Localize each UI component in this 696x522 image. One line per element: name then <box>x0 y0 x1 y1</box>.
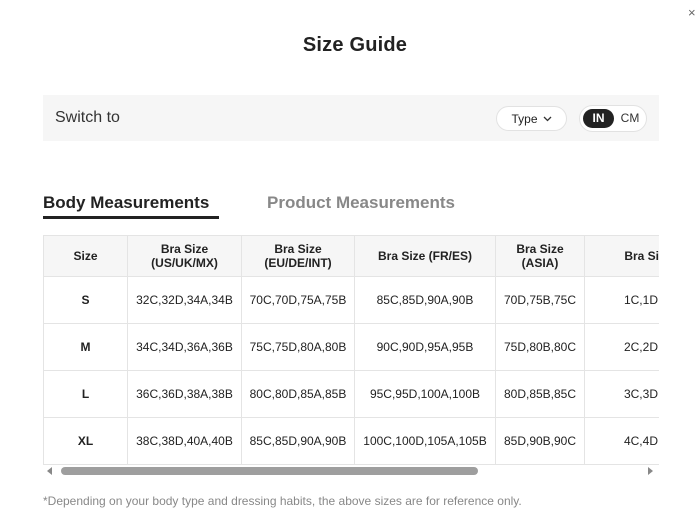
column-header-text: Bra Size <box>516 242 564 256</box>
column-header-text: Bra Size <box>274 242 322 256</box>
size-cell: XL <box>43 417 128 465</box>
dialog-title: Size Guide <box>302 34 408 56</box>
table-cell: 3C,3D,4A,4B <box>584 370 659 418</box>
table-cell: 85C,85D,90A,90B <box>354 276 496 324</box>
table-cell: 85C,85D,90A,90B <box>241 417 355 465</box>
table-cell: 75C,75D,80A,80B <box>241 323 355 371</box>
column-header-text: Bra Size (IT) <box>624 249 659 263</box>
type-dropdown-label: Type <box>511 111 538 126</box>
reference-footnote: *Depending on your body type and dressin… <box>43 494 522 508</box>
table-cell: 34C,34D,36A,36B <box>127 323 242 371</box>
column-header: Bra Size (EU/DE/INT) <box>241 235 355 277</box>
table-cell: 38C,38D,40A,40B <box>127 417 242 465</box>
table-cell: 4C,4D,5A,5B <box>584 417 659 465</box>
column-header-text: Bra Size (FR/ES) <box>377 249 473 263</box>
type-dropdown[interactable]: Type <box>496 106 567 131</box>
scroll-right-arrow-icon[interactable] <box>648 467 653 475</box>
column-header: Bra Size (US/UK/MX) <box>127 235 242 277</box>
column-header: Size <box>43 235 128 277</box>
tab-body-measurements[interactable]: Body Measurements <box>43 193 209 213</box>
size-table: Size Bra Size (US/UK/MX) Bra Size (EU/DE/INT… <box>43 235 659 465</box>
close-icon[interactable]: × <box>688 6 696 20</box>
size-table-container[interactable]: Size Bra Size (US/UK/MX) Bra Size (EU/DE/INT… <box>43 235 659 465</box>
table-cell: 2C,2D,3A,3B <box>584 323 659 371</box>
table-cell: 95C,95D,100A,100B <box>354 370 496 418</box>
table-cell: 85D,90B,90C <box>495 417 585 465</box>
table-cell: 32C,32D,34A,34B <box>127 276 242 324</box>
size-cell: M <box>43 323 128 371</box>
tab-product-measurements[interactable]: Product Measurements <box>267 193 455 213</box>
unit-cm-option[interactable]: CM <box>618 109 642 128</box>
table-row: M 34C,34D,36A,36B 75C,75D,80A,80B 90C,90D,9… <box>43 323 659 371</box>
column-header-text: Bra Size <box>160 242 209 256</box>
table-cell: 36C,36D,38A,38B <box>127 370 242 418</box>
table-cell: 90C,90D,95A,95B <box>354 323 496 371</box>
column-header: Bra Size (IT) <box>584 235 659 277</box>
table-cell: 75D,80B,80C <box>495 323 585 371</box>
table-cell: 70D,75B,75C <box>495 276 585 324</box>
active-tab-indicator <box>43 216 219 219</box>
table-cell: 1C,1D,2A,2B <box>584 276 659 324</box>
column-header: Bra Size (FR/ES) <box>354 235 496 277</box>
column-header-text: Size <box>73 249 98 263</box>
unit-toggle[interactable]: IN CM <box>579 105 647 132</box>
column-header-text: (EU/DE/INT) <box>264 256 332 270</box>
table-cell: 70C,70D,75A,75B <box>241 276 355 324</box>
table-row: S 32C,32D,34A,34B 70C,70D,75A,75B 85C,85D,9… <box>43 276 659 324</box>
table-header-row: Size Bra Size (US/UK/MX) Bra Size (EU/DE/INT… <box>43 235 659 277</box>
table-cell: 100C,100D,105A,105B <box>354 417 496 465</box>
column-header: Bra Size (ASIA) <box>495 235 585 277</box>
chevron-down-icon <box>543 116 551 121</box>
column-header-text: (US/UK/MX) <box>151 256 218 270</box>
switch-label: Switch to <box>55 109 120 126</box>
scrollbar-thumb[interactable] <box>61 467 478 475</box>
column-header-text: (ASIA) <box>521 256 559 270</box>
table-row: L 36C,36D,38A,38B 80C,80D,85A,85B 95C,95D,1… <box>43 370 659 418</box>
size-cell: L <box>43 370 128 418</box>
scroll-left-arrow-icon[interactable] <box>47 467 52 475</box>
table-cell: 80D,85B,85C <box>495 370 585 418</box>
table-row: XL 38C,38D,40A,40B 85C,85D,90A,90B 100C,100… <box>43 417 659 465</box>
unit-switch-bar: Switch to Type IN CM <box>43 95 659 141</box>
table-cell: 80C,80D,85A,85B <box>241 370 355 418</box>
unit-in-option[interactable]: IN <box>583 109 614 128</box>
size-cell: S <box>43 276 128 324</box>
table-body: S 32C,32D,34A,34B 70C,70D,75A,75B 85C,85D,9… <box>43 276 659 465</box>
